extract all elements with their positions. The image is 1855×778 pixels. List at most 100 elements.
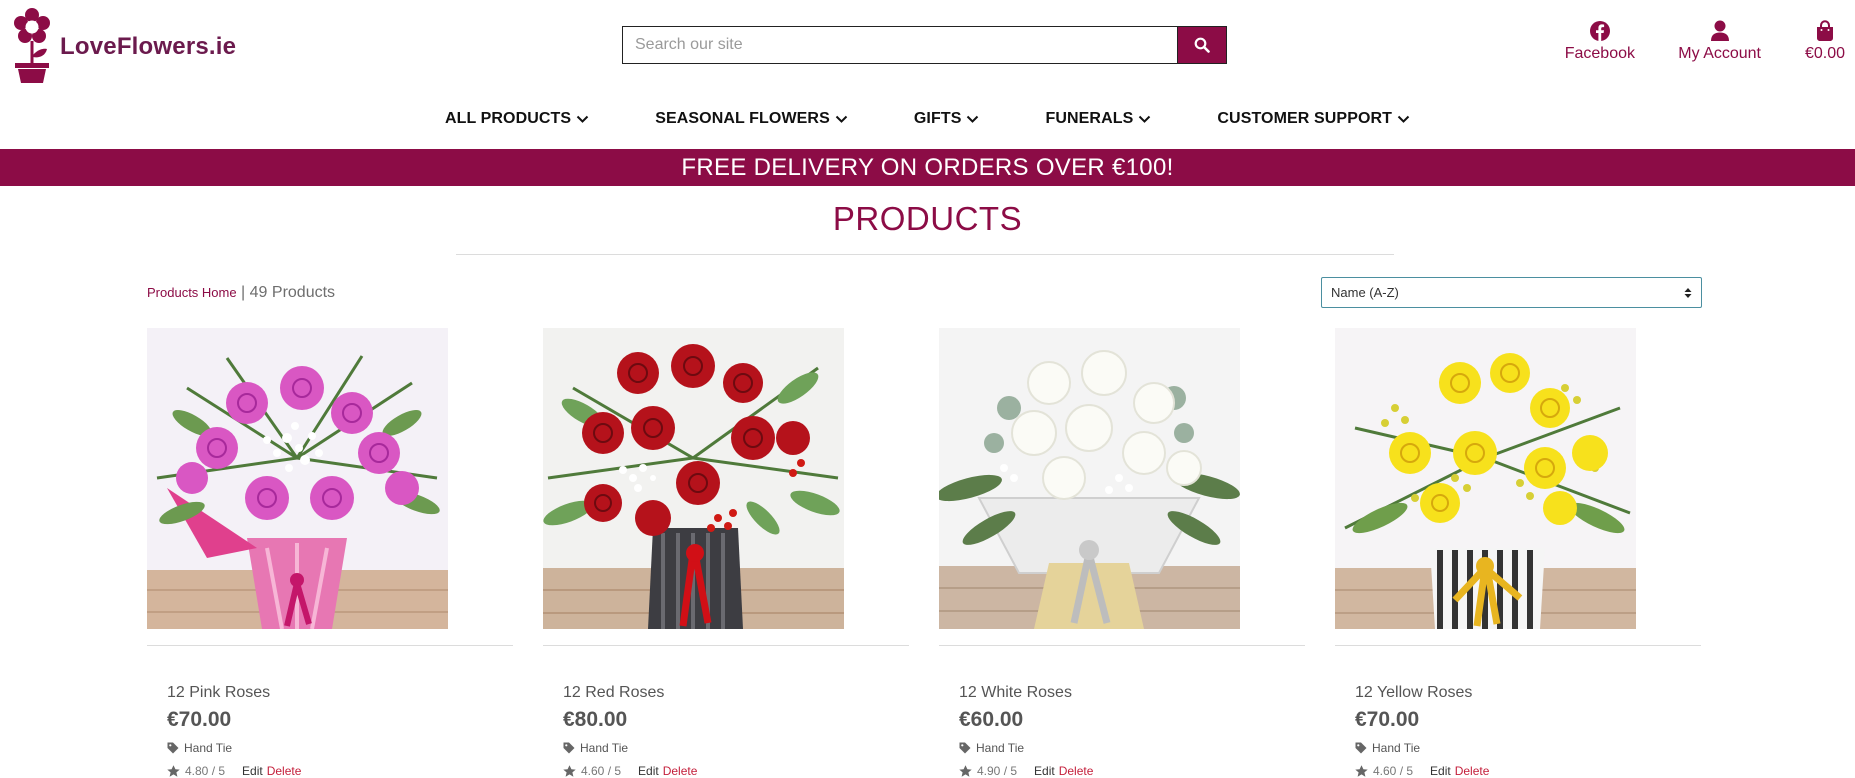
chevron-down-icon [967,115,979,123]
delete-product-link[interactable]: Delete [663,764,698,778]
nav-label: GIFTS [913,110,962,127]
tag-icon [1355,742,1367,754]
breadcrumb-separator: | [241,284,246,301]
product-name: 12 Yellow Roses [1355,684,1473,701]
product-image-red-roses [543,328,844,629]
delete-product-link[interactable]: Delete [1059,764,1094,778]
product-image-pink-roses [147,328,448,629]
delete-product-link[interactable]: Delete [267,764,302,778]
product-count: 49 Products [249,284,336,301]
product-name: 12 Pink Roses [167,684,271,701]
chevron-down-icon [1139,115,1151,123]
page-title: PRODUCTS [832,200,1023,237]
my-account-link[interactable]: My Account [1678,20,1761,63]
product-price: €70.00 [1355,708,1420,731]
product-image-link[interactable] [147,328,513,629]
shopping-bag-link[interactable]: €0.00 [1805,20,1845,63]
search-icon [1194,37,1210,53]
tag-icon [563,742,575,754]
product-price: €60.00 [959,708,1024,731]
product-price: €80.00 [563,708,628,731]
product-rating: 4.60 / 5 [581,764,622,778]
delete-product-link[interactable]: Delete [1455,764,1490,778]
product-info: 12 White Roses €60.00 Hand Tie 4.90 / 5 … [939,684,1305,778]
product-card: 12 Yellow Roses €70.00 Hand Tie 4.60 / 5… [1335,328,1701,778]
nav-customer-support[interactable]: CUSTOMER SUPPORT [1217,110,1410,128]
product-meta: 4.90 / 5 Edit Delete [959,764,1305,778]
free-delivery-banner: FREE DELIVERY ON ORDERS OVER €100! [0,149,1855,186]
edit-product-link[interactable]: Edit [242,764,263,778]
product-rating: 4.80 / 5 [185,764,226,778]
nav-all-products[interactable]: ALL PRODUCTS [445,110,589,128]
user-icon [1710,20,1729,41]
chevron-down-icon [835,115,848,123]
category-label: Hand Tie [580,741,629,755]
product-category[interactable]: Hand Tie [167,741,513,755]
breadcrumb: Products Home | 49 Products [147,284,335,302]
shopping-bag-icon [1816,20,1833,41]
title-divider [456,254,1394,255]
card-divider [543,645,909,646]
product-image-white-roses [939,328,1240,629]
edit-product-link[interactable]: Edit [1034,764,1055,778]
category-label: Hand Tie [184,741,233,755]
card-divider [147,645,513,646]
star-icon [1355,765,1368,777]
chevron-down-icon [576,115,589,123]
product-info: 12 Pink Roses €70.00 Hand Tie 4.80 / 5 E… [147,684,513,778]
tag-icon [167,742,179,754]
category-label: Hand Tie [1372,741,1421,755]
product-card: 12 Pink Roses €70.00 Hand Tie 4.80 / 5 E… [147,328,513,778]
nav-label: CUSTOMER SUPPORT [1217,110,1393,127]
nav-gifts[interactable]: GIFTS [914,110,980,128]
product-image-yellow-roses [1335,328,1636,629]
product-category[interactable]: Hand Tie [959,741,1305,755]
sort-arrows-icon [1684,287,1692,298]
product-card: 12 White Roses €60.00 Hand Tie 4.90 / 5 … [939,328,1305,778]
product-info: 12 Red Roses €80.00 Hand Tie 4.60 / 5 Ed… [543,684,909,778]
star-icon [167,765,180,777]
search-form [622,26,1227,64]
nav-label: ALL PRODUCTS [444,110,572,127]
logo-text: LoveFlowers.ie [60,33,237,60]
category-label: Hand Tie [976,741,1025,755]
chevron-down-icon [1397,115,1410,123]
my-account-label: My Account [1678,45,1761,62]
edit-product-link[interactable]: Edit [638,764,659,778]
facebook-link[interactable]: Facebook [1565,20,1635,63]
product-image-link[interactable] [939,328,1305,629]
facebook-icon [1589,21,1610,41]
product-card: 12 Red Roses €80.00 Hand Tie 4.60 / 5 Ed… [543,328,909,778]
logo-link[interactable]: LoveFlowers.ie [14,7,236,83]
facebook-label: Facebook [1564,45,1635,62]
search-button[interactable] [1177,26,1227,64]
nav-funerals[interactable]: FUNERALS [1045,110,1151,128]
product-meta: 4.80 / 5 Edit Delete [167,764,513,778]
product-rating: 4.60 / 5 [1373,764,1414,778]
nav-label: SEASONAL FLOWERS [655,110,830,127]
sort-select[interactable]: Name (A-Z) [1321,277,1702,308]
star-icon [563,765,576,777]
products-home-link[interactable]: Products Home [147,285,237,300]
product-info: 12 Yellow Roses €70.00 Hand Tie 4.60 / 5… [1335,684,1701,778]
card-divider [1335,645,1701,646]
card-divider [939,645,1305,646]
sort-selected-value: Name (A-Z) [1331,285,1399,300]
bag-total: €0.00 [1804,45,1845,62]
product-meta: 4.60 / 5 Edit Delete [1355,764,1701,778]
main-nav: ALL PRODUCTS SEASONAL FLOWERS GIFTS FUNE… [0,110,1855,128]
search-input[interactable] [622,26,1177,64]
product-rating: 4.90 / 5 [977,764,1018,778]
nav-seasonal-flowers[interactable]: SEASONAL FLOWERS [655,110,848,128]
product-category[interactable]: Hand Tie [1355,741,1701,755]
product-name: 12 Red Roses [563,684,665,701]
product-meta: 4.60 / 5 Edit Delete [563,764,909,778]
tag-icon [959,742,971,754]
star-icon [959,765,972,777]
product-category[interactable]: Hand Tie [563,741,909,755]
product-image-link[interactable] [543,328,909,629]
flower-pot-icon [14,8,50,83]
edit-product-link[interactable]: Edit [1430,764,1451,778]
product-name: 12 White Roses [959,684,1072,701]
product-image-link[interactable] [1335,328,1701,629]
